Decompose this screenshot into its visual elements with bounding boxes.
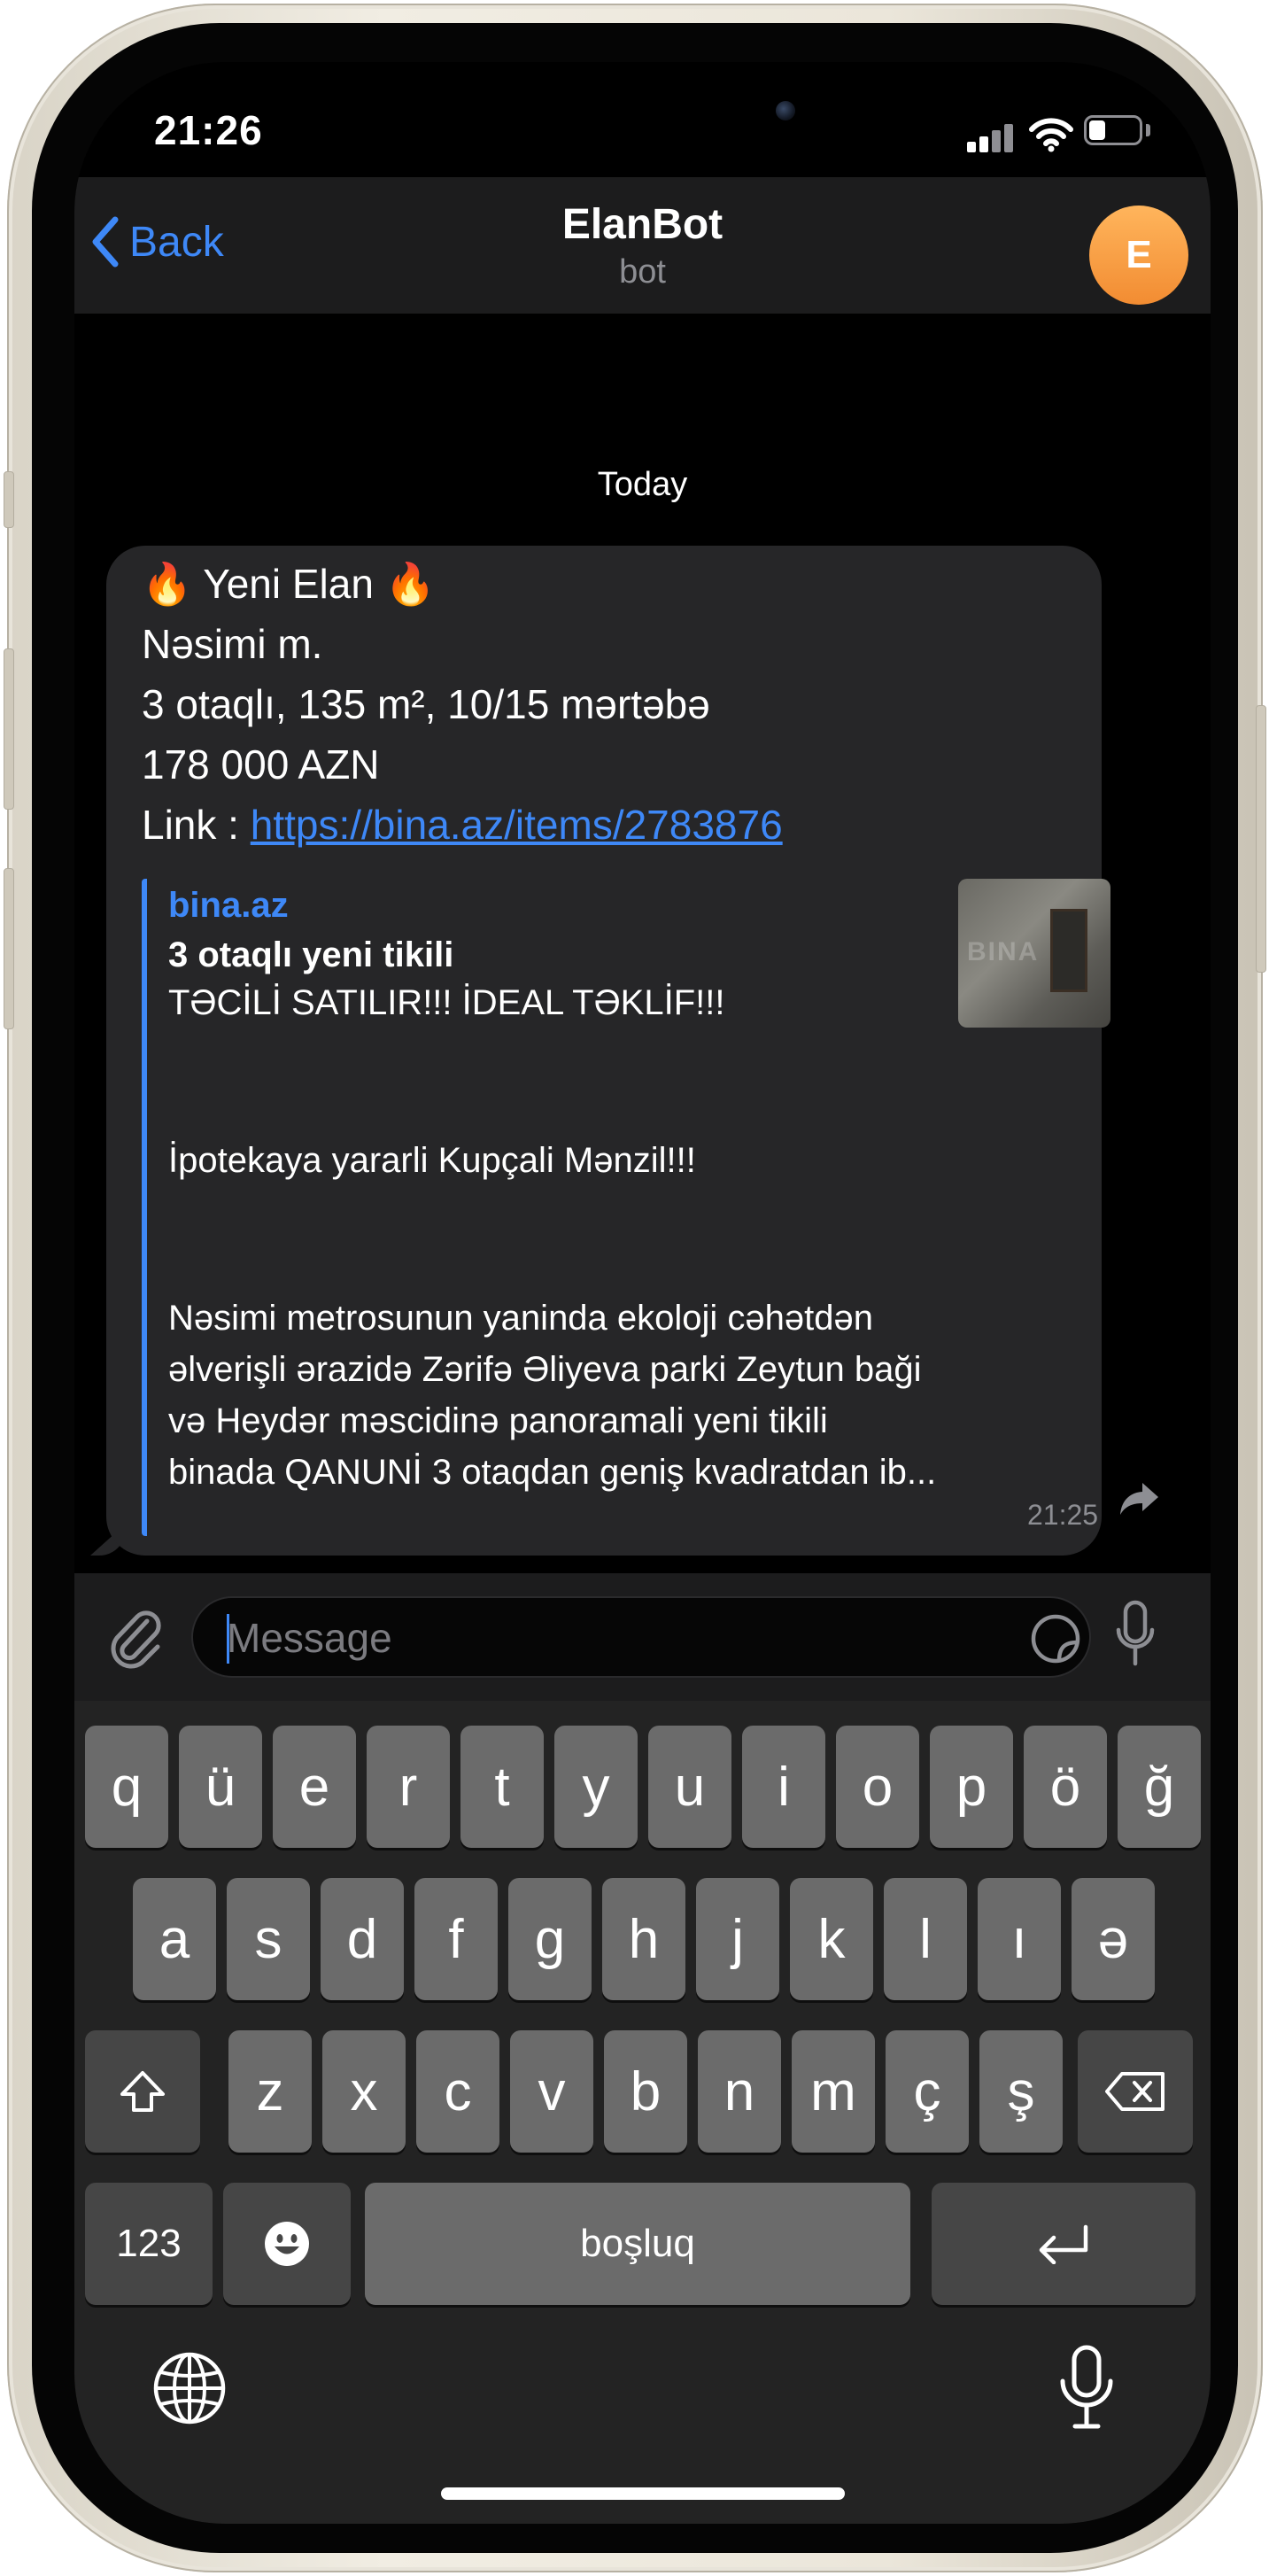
thumbnail-door <box>1050 909 1087 992</box>
key-ç[interactable]: ç <box>886 2030 969 2153</box>
key-k[interactable]: k <box>790 1878 873 2000</box>
delete-key[interactable] <box>1078 2030 1193 2153</box>
backspace-icon <box>1105 2072 1165 2111</box>
notch <box>406 62 878 167</box>
return-key[interactable] <box>932 2183 1195 2305</box>
preview-line: və Heydər məscidinə panoramali yeni tiki… <box>168 1401 828 1440</box>
key-y[interactable]: y <box>554 1726 638 1848</box>
globe-icon[interactable] <box>152 2351 227 2425</box>
key-ş[interactable]: ş <box>979 2030 1063 2153</box>
message-line-price: 178 000 AZN <box>142 741 380 788</box>
key-l[interactable]: l <box>884 1878 967 2000</box>
status-time: 21:26 <box>154 107 263 153</box>
key-q[interactable]: q <box>85 1726 168 1848</box>
message-bubble[interactable]: 🔥 Yeni Elan 🔥 Nəsimi m. 3 otaqlı, 135 m²… <box>106 546 1110 1556</box>
date-separator: Today <box>597 466 688 503</box>
key-z[interactable]: z <box>228 2030 312 2153</box>
key-c[interactable]: c <box>416 2030 499 2153</box>
message-field[interactable] <box>191 1596 1091 1678</box>
message-line-district: Nəsimi m. <box>142 621 323 667</box>
shift-icon <box>120 2071 165 2112</box>
preview-title: 3 otaqlı yeni tikili <box>168 935 454 974</box>
preview-line: İpotekaya yararli Kupçali Mənzil!!! <box>168 1141 696 1180</box>
key-n[interactable]: n <box>698 2030 781 2153</box>
key-u[interactable]: u <box>648 1726 731 1848</box>
key-ı[interactable]: ı <box>978 1878 1061 2000</box>
forward-icon[interactable] <box>1118 1479 1162 1518</box>
wifi-icon <box>1029 118 1073 152</box>
link-prefix: Link : <box>142 802 251 848</box>
message-line-details: 3 otaqlı, 135 m², 10/15 mərtəbə <box>142 681 710 727</box>
keyboard: qüertyuiopöğ asdfghjklıə zxcvbnmçş 123 b… <box>74 1701 1211 2524</box>
chat-subtitle: bot <box>619 253 666 291</box>
battery-icon <box>1084 115 1142 145</box>
key-s[interactable]: s <box>227 1878 310 2000</box>
key-e[interactable]: e <box>273 1726 356 1848</box>
fire-icon: 🔥 <box>384 561 436 607</box>
key-r[interactable]: r <box>367 1726 450 1848</box>
message-headline: 🔥 Yeni Elan 🔥 <box>142 560 436 609</box>
numbers-key[interactable]: 123 <box>85 2183 213 2305</box>
key-h[interactable]: h <box>602 1878 685 2000</box>
emoji-icon <box>265 2222 309 2266</box>
emoji-key[interactable] <box>223 2183 351 2305</box>
listing-link[interactable]: https://bina.az/items/2783876 <box>251 802 783 848</box>
dictation-mic-icon[interactable] <box>1057 2344 1116 2431</box>
message-time: 21:25 <box>1027 1499 1099 1531</box>
preview-site-name: bina.az <box>168 886 289 925</box>
headline-text: Yeni Elan <box>203 561 374 607</box>
key-g[interactable]: g <box>508 1878 592 2000</box>
screen: 21:26 Back ElanBot bot E Today 🔥 Yeni El… <box>74 62 1211 2524</box>
key-ğ[interactable]: ğ <box>1118 1726 1201 1848</box>
key-m[interactable]: m <box>792 2030 875 2153</box>
key-a[interactable]: a <box>133 1878 216 2000</box>
key-t[interactable]: t <box>460 1726 544 1848</box>
thumbnail-watermark: BINA <box>967 937 1040 966</box>
key-f[interactable]: f <box>414 1878 498 2000</box>
chat-title[interactable]: ElanBot <box>74 200 1211 249</box>
return-icon <box>1039 2224 1088 2264</box>
fire-icon: 🔥 <box>142 561 193 607</box>
preview-line: binada QANUNİ 3 otaqdan geniş kvadratdan… <box>168 1453 937 1492</box>
key-j[interactable]: j <box>696 1878 779 2000</box>
silent-switch <box>4 471 14 528</box>
microphone-icon[interactable] <box>1116 1600 1155 1669</box>
front-camera <box>776 101 795 120</box>
key-i[interactable]: i <box>742 1726 825 1848</box>
shift-key[interactable] <box>85 2030 200 2153</box>
key-b[interactable]: b <box>604 2030 687 2153</box>
volume-down-button <box>4 868 14 1029</box>
key-p[interactable]: p <box>930 1726 1013 1848</box>
message-input[interactable] <box>225 1607 990 1669</box>
home-indicator[interactable] <box>441 2487 845 2500</box>
composer-bar <box>74 1573 1211 1701</box>
key-d[interactable]: d <box>321 1878 404 2000</box>
battery-tip <box>1146 124 1150 136</box>
preview-line: TƏCİLİ SATILIR!!! İDEAL TƏKLİF!!! <box>168 983 725 1022</box>
key-ə[interactable]: ə <box>1072 1878 1155 2000</box>
avatar[interactable]: E <box>1089 206 1188 305</box>
phone-frame: 21:26 Back ElanBot bot E Today 🔥 Yeni El… <box>4 4 1266 2572</box>
sticker-icon[interactable] <box>1029 1612 1082 1665</box>
key-v[interactable]: v <box>510 2030 593 2153</box>
preview-thumbnail[interactable]: BINA <box>958 879 1110 1028</box>
cellular-signal-icon <box>967 122 1017 152</box>
key-x[interactable]: x <box>322 2030 406 2153</box>
power-button <box>1256 705 1266 973</box>
chat-header: Back ElanBot bot E <box>74 177 1211 314</box>
paperclip-icon[interactable] <box>106 1605 165 1669</box>
preview-line: əlverişli ərazidə Zərifə Əliyeva parki Z… <box>168 1350 922 1389</box>
space-key[interactable]: boşluq <box>365 2183 910 2305</box>
key-ü[interactable]: ü <box>179 1726 262 1848</box>
key-o[interactable]: o <box>836 1726 919 1848</box>
volume-up-button <box>4 648 14 810</box>
link-preview[interactable]: bina.az 3 otaqlı yeni tikili TƏCİLİ SATI… <box>142 879 1110 1536</box>
key-ö[interactable]: ö <box>1024 1726 1107 1848</box>
message-line-link: Link : https://bina.az/items/2783876 <box>142 801 783 849</box>
preview-line: Nəsimi metrosunun yaninda ekoloji cəhətd… <box>168 1299 874 1338</box>
